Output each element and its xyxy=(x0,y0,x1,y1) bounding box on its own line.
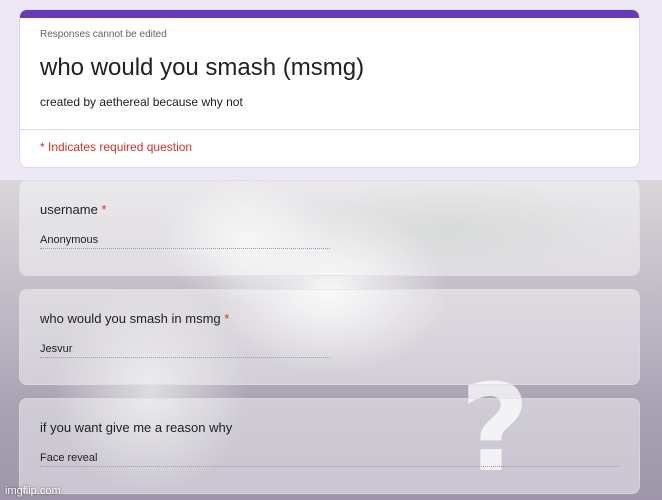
question-label: if you want give me a reason why xyxy=(40,420,233,435)
required-asterisk: * xyxy=(101,202,107,217)
question-title: who would you smash in msmg * xyxy=(40,311,229,326)
required-asterisk: * xyxy=(224,311,230,326)
form-header-card: Responses cannot be edited who would you… xyxy=(19,9,640,168)
answer-text: Jesvur xyxy=(40,343,73,355)
question-title: if you want give me a reason why xyxy=(40,420,232,435)
answer-underline xyxy=(40,466,620,467)
question-label: username xyxy=(40,202,98,217)
required-question-note: * Indicates required question xyxy=(40,140,193,154)
theme-accent-bar xyxy=(20,10,639,18)
responses-cannot-be-edited-note: Responses cannot be edited xyxy=(40,29,167,40)
form-title: who would you smash (msmg) xyxy=(40,54,365,81)
question-label: who would you smash in msmg xyxy=(40,311,221,326)
imgflip-watermark: imgflip.com xyxy=(5,485,61,497)
answer-text: Face reveal xyxy=(40,452,98,464)
question-card-who-would-you-smash: who would you smash in msmg * Jesvur xyxy=(19,289,640,385)
question-title: username * xyxy=(40,202,107,217)
answer-text: Anonymous xyxy=(40,234,99,246)
answer-underline xyxy=(40,248,330,249)
question-card-reason-why: if you want give me a reason why Face re… xyxy=(19,398,640,494)
form-description: created by aethereal because why not xyxy=(40,95,243,109)
answer-underline xyxy=(40,357,330,358)
header-divider xyxy=(20,129,639,130)
question-card-username: username * Anonymous xyxy=(19,180,640,276)
